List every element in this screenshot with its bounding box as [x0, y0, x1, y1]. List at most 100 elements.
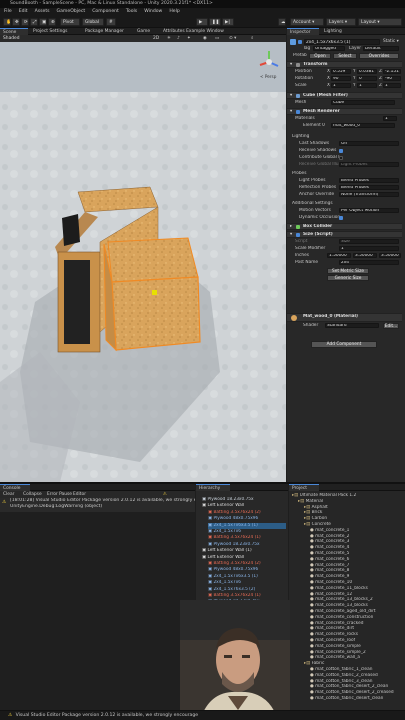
hierarchy-item[interactable]: ▣ 2x4_1.5x7x6: [208, 529, 286, 535]
pivot-gizmo[interactable]: [152, 290, 157, 295]
mesh-renderer-header[interactable]: ▾ Mesh Renderer: [287, 108, 402, 115]
scene-viewport[interactable]: < Persp: [0, 42, 286, 482]
add-component-button[interactable]: Add Component: [311, 341, 377, 348]
anchor-override-field[interactable]: None (Transform): [339, 192, 399, 197]
hierarchy-item[interactable]: ▣ 2x4_1.5x76x3.5 (2): [208, 587, 286, 593]
hierarchy-item[interactable]: ▣ Left Exterior Wall (1): [202, 548, 286, 554]
tab-attributes-example[interactable]: Attributes Example Window: [160, 28, 230, 35]
static-toggle[interactable]: Static ▾: [383, 39, 399, 45]
tab-scene[interactable]: Scene: [0, 28, 28, 35]
gizmos-dropdown[interactable]: ⊙ ▾: [226, 35, 239, 42]
size-script-enabled-checkbox[interactable]: [296, 233, 300, 237]
receive-shadows-checkbox[interactable]: [339, 149, 343, 153]
inches-y-field[interactable]: 3.50000: [353, 253, 377, 258]
hierarchy-item[interactable]: ▣ Left Exterior Wall: [202, 555, 286, 561]
box-collider-header[interactable]: ▸ Box Collider: [287, 223, 402, 230]
dynamic-occlusion-checkbox[interactable]: [339, 216, 343, 220]
hierarchy-item[interactable]: ▣ Plywood 18.23x0.75x: [208, 542, 286, 548]
tab-package-manager[interactable]: Package Manager: [82, 28, 132, 35]
menu-item-edit[interactable]: Edit: [19, 8, 28, 16]
mesh-field[interactable]: Cube: [331, 100, 395, 105]
hierarchy-item[interactable]: ▣ Plywood 48x0.75x96: [208, 567, 286, 573]
move-tool-icon[interactable]: ✥: [12, 18, 20, 26]
set-metric-size-button[interactable]: Set Metric Size: [327, 268, 369, 274]
tab-lighting[interactable]: Lighting: [321, 28, 349, 35]
layer-dropdown[interactable]: Default: [363, 46, 399, 51]
scene-camera-icon[interactable]: ▭: [212, 35, 222, 42]
open-prefab-button[interactable]: Open: [309, 53, 331, 59]
pivot-toggle[interactable]: Pivot: [60, 18, 80, 26]
project-item[interactable]: ● mat_cotton_fabric_desert_clean: [310, 696, 403, 702]
hierarchy-item[interactable]: ▣ Batting 3.5x76x24 (1): [208, 593, 286, 599]
mesh-filter-header[interactable]: ▾ Cube (Mesh Filter): [287, 92, 402, 99]
position-y-field[interactable]: 0.0381: [357, 69, 377, 74]
collab-icon[interactable]: ☁: [278, 18, 286, 26]
probes-section[interactable]: Probes: [287, 171, 402, 177]
tab-console[interactable]: Console: [0, 484, 30, 491]
script-field[interactable]: Size: [339, 239, 399, 244]
effects-toggle-icon[interactable]: ✦: [184, 35, 194, 42]
inches-z-field[interactable]: 3.50000: [379, 253, 401, 258]
layout-dropdown[interactable]: Layout ▾: [358, 18, 402, 26]
shader-dropdown[interactable]: Standard: [325, 323, 379, 328]
position-x-field[interactable]: 0.559: [331, 69, 351, 74]
rotation-z-field[interactable]: -90: [383, 76, 401, 81]
active-checkbox[interactable]: [298, 40, 302, 44]
tab-project[interactable]: Project: [289, 484, 319, 491]
search-icon[interactable]: ⌕: [248, 35, 256, 42]
pause-button[interactable]: ❚❚: [209, 18, 221, 26]
menu-item-help[interactable]: Help: [169, 8, 179, 16]
scale-z-field[interactable]: 1: [383, 83, 401, 88]
account-dropdown[interactable]: Account ▾: [290, 18, 324, 26]
play-button[interactable]: ▶: [196, 18, 208, 26]
lighting-toggle-icon[interactable]: ☀: [164, 35, 174, 42]
warning-count-icon[interactable]: ⚠: [160, 491, 170, 498]
post-name-field[interactable]: 2x4: [339, 260, 399, 265]
menu-item-component[interactable]: Component: [92, 8, 119, 16]
tab-hierarchy[interactable]: Hierarchy: [196, 484, 230, 491]
rotation-x-field[interactable]: 90: [331, 76, 351, 81]
scale-tool-icon[interactable]: ⤢: [30, 18, 38, 26]
transform-tool-icon[interactable]: ⊕: [48, 18, 56, 26]
contribute-gi-checkbox[interactable]: [339, 156, 343, 160]
rotate-tool-icon[interactable]: ⟳: [21, 18, 29, 26]
scene-orientation-gizmo[interactable]: < Persp: [258, 50, 280, 79]
grid-snap-icon[interactable]: #: [106, 18, 116, 26]
hierarchy-item[interactable]: ▣ Plywood 18.23x0.75x: [202, 497, 286, 503]
size-script-header[interactable]: ▾ Size (Script): [287, 231, 402, 238]
select-prefab-button[interactable]: Select: [333, 53, 357, 59]
edit-shader-button[interactable]: Edit...: [383, 323, 399, 329]
reflection-probes-dropdown[interactable]: Blend Probes: [339, 185, 399, 190]
hierarchy-item[interactable]: ▣ 2x4_1.5x7x6x3.5 (1): [208, 574, 286, 580]
element0-field[interactable]: mat_wood_0: [331, 123, 395, 128]
generic-size-button[interactable]: Generic Size: [327, 275, 369, 281]
inches-x-field[interactable]: 1.50000: [327, 253, 351, 258]
layers-dropdown[interactable]: Layers ▾: [326, 18, 356, 26]
hidden-objects-icon[interactable]: ◉: [200, 35, 210, 42]
receive-gi-dropdown[interactable]: Light Probes: [339, 162, 399, 167]
hierarchy-item[interactable]: ▣ 2x4_1.5x7x6x3.5 (1): [208, 522, 286, 529]
materials-count-field[interactable]: 1: [383, 116, 397, 121]
clear-button[interactable]: Clear: [0, 491, 17, 498]
perspective-label[interactable]: < Persp: [260, 74, 276, 79]
collapse-button[interactable]: Collapse: [20, 491, 45, 498]
rect-tool-icon[interactable]: ▣: [39, 18, 47, 26]
hierarchy-item[interactable]: ▣ Left Exterior Wall: [202, 503, 286, 509]
material-header[interactable]: Mat_wood_0 (Material): [287, 313, 402, 322]
step-button[interactable]: ▶|: [222, 18, 234, 26]
additional-settings-section[interactable]: Additional Settings: [287, 201, 402, 207]
menu-item-assets[interactable]: Assets: [35, 8, 50, 16]
overrides-dropdown[interactable]: Overrides: [359, 53, 399, 59]
scale-x-field[interactable]: 1: [331, 83, 351, 88]
object-name-field[interactable]: 2x4_1.5x7x6x3.5 (1): [304, 39, 380, 45]
light-probes-dropdown[interactable]: Blend Probes: [339, 178, 399, 183]
menu-item-file[interactable]: File: [4, 8, 12, 16]
hierarchy-item[interactable]: ▣ 2x4_1.5x7x6: [208, 580, 286, 586]
rotation-y-field[interactable]: 0: [357, 76, 377, 81]
transform-header[interactable]: ▾ Transform: [287, 61, 402, 68]
scale-y-field[interactable]: 1: [357, 83, 377, 88]
mesh-renderer-enabled-checkbox[interactable]: [296, 110, 300, 114]
tab-inspector[interactable]: Inspector: [287, 28, 319, 35]
menu-item-gameobject[interactable]: GameObject: [57, 8, 86, 16]
editor-dropdown[interactable]: Editor: [70, 491, 89, 498]
